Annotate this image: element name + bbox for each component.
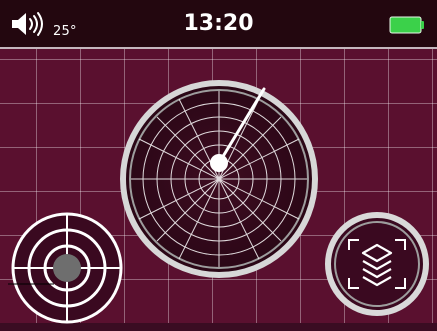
status-bar: 25° 13:20 [0,0,437,49]
layers-button[interactable] [323,210,431,318]
target-icon [0,212,123,324]
layers-icon [325,212,429,316]
radar-icon [120,80,318,278]
target-button[interactable] [0,209,126,327]
battery-icon [389,16,424,34]
clock-time: 13:20 [183,11,254,36]
radar-display [119,79,319,279]
